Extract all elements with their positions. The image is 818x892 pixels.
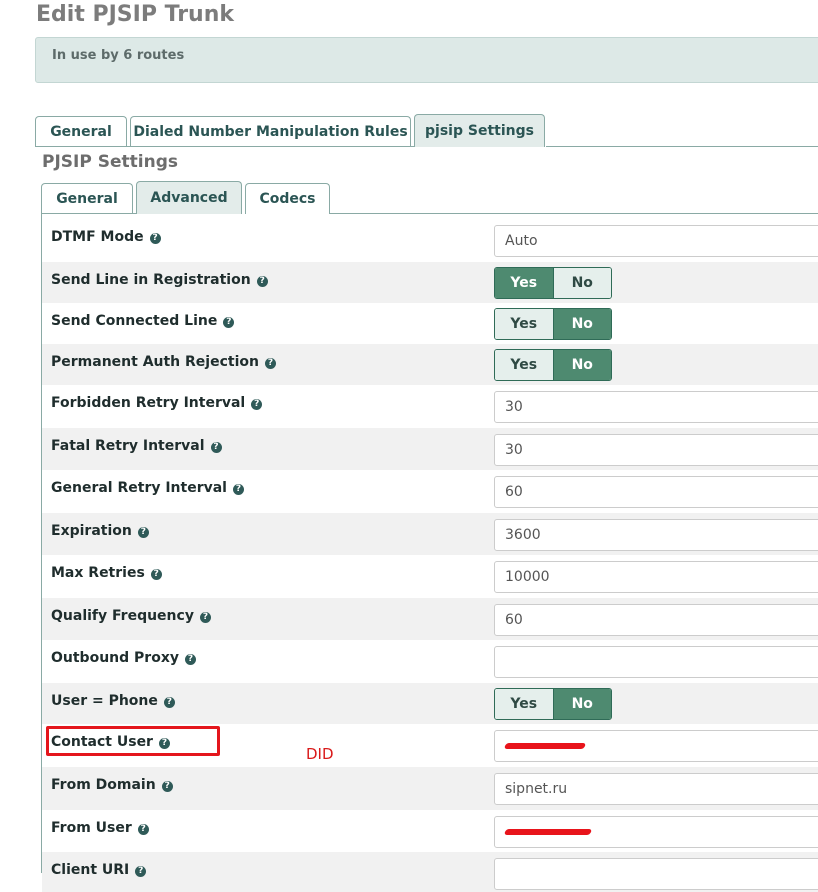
page-title: Edit PJSIP Trunk	[36, 2, 235, 27]
dtmf-mode-label: DTMF Mode?	[51, 229, 161, 245]
send-line-in-registration-no[interactable]: No	[552, 268, 611, 298]
qualify-frequency-input[interactable]: 60	[494, 604, 818, 636]
in-use-notice-text: In use by 6 routes	[52, 48, 185, 63]
tab-general[interactable]: General	[35, 116, 127, 147]
send-connected-line-toggle: Yes No	[494, 308, 612, 340]
annotation-highlight-box	[46, 726, 220, 756]
general-retry-interval-input[interactable]: 60	[494, 476, 818, 508]
tab-dialed-number-manipulation-rules-label: Dialed Number Manipulation Rules	[133, 124, 408, 140]
send-connected-line-no[interactable]: No	[552, 309, 611, 339]
outbound-proxy-input[interactable]	[494, 646, 818, 678]
max-retries-label: Max Retries?	[51, 565, 162, 581]
subtab-codecs-label: Codecs	[259, 191, 316, 207]
from-domain-input[interactable]: sipnet.ru	[494, 773, 818, 805]
row-fatal-retry-interval: Fatal Retry Interval? 30	[42, 428, 818, 470]
fatal-retry-interval-input[interactable]: 30	[494, 434, 818, 466]
user-equals-phone-no[interactable]: No	[552, 689, 611, 719]
tab-pjsip-settings-label: pjsip Settings	[425, 123, 534, 139]
client-uri-label: Client URI?	[51, 862, 147, 878]
forbidden-retry-interval-input[interactable]: 30	[494, 391, 818, 423]
send-connected-line-yes[interactable]: Yes	[495, 309, 553, 339]
row-client-uri: Client URI?	[42, 852, 818, 892]
sub-tabs-divider-right	[330, 213, 818, 214]
user-equals-phone-toggle: Yes No	[494, 688, 612, 720]
row-forbidden-retry-interval: Forbidden Retry Interval? 30	[42, 385, 818, 428]
help-icon[interactable]: ?	[150, 569, 162, 580]
expiration-label: Expiration?	[51, 523, 149, 539]
help-icon[interactable]: ?	[137, 527, 149, 538]
help-icon[interactable]: ?	[210, 442, 222, 453]
dtmf-mode-select[interactable]: Auto	[494, 225, 818, 257]
redaction-mark	[503, 743, 587, 749]
permanent-auth-rejection-label: Permanent Auth Rejection?	[51, 354, 276, 370]
row-max-retries: Max Retries? 10000	[42, 555, 818, 598]
redaction-mark	[503, 829, 593, 835]
help-icon[interactable]: ?	[251, 399, 263, 410]
help-icon[interactable]: ?	[137, 824, 149, 835]
forbidden-retry-interval-label: Forbidden Retry Interval?	[51, 395, 263, 411]
row-user-equals-phone: User = Phone? Yes No	[42, 683, 818, 724]
help-icon[interactable]: ?	[163, 697, 175, 708]
row-permanent-auth-rejection: Permanent Auth Rejection? Yes No	[42, 344, 818, 385]
send-connected-line-label: Send Connected Line?	[51, 313, 235, 329]
client-uri-input[interactable]	[494, 858, 818, 890]
permanent-auth-rejection-no[interactable]: No	[552, 350, 611, 380]
row-qualify-frequency: Qualify Frequency? 60	[42, 598, 818, 640]
from-domain-label: From Domain?	[51, 777, 173, 793]
in-use-notice: In use by 6 routes	[35, 37, 818, 83]
from-user-label: From User?	[51, 820, 149, 836]
row-from-user: From User?	[42, 810, 818, 852]
row-outbound-proxy: Outbound Proxy?	[42, 640, 818, 683]
contact-user-input[interactable]	[494, 730, 818, 762]
help-icon[interactable]: ?	[223, 317, 235, 328]
subtab-advanced[interactable]: Advanced	[136, 181, 242, 214]
expiration-input[interactable]: 3600	[494, 519, 818, 551]
main-tabs-divider-right	[546, 146, 818, 147]
permanent-auth-rejection-yes[interactable]: Yes	[495, 350, 553, 380]
send-line-in-registration-label: Send Line in Registration?	[51, 272, 268, 288]
help-icon[interactable]: ?	[256, 276, 268, 287]
section-title: PJSIP Settings	[42, 152, 178, 172]
subtab-codecs[interactable]: Codecs	[245, 183, 330, 214]
general-retry-interval-label: General Retry Interval?	[51, 480, 244, 496]
sub-tabs-divider	[41, 213, 137, 214]
from-user-input[interactable]	[494, 816, 818, 848]
outbound-proxy-label: Outbound Proxy?	[51, 650, 196, 666]
row-send-line-in-registration: Send Line in Registration? Yes No	[42, 262, 818, 303]
help-icon[interactable]: ?	[184, 654, 196, 665]
annotation-note: DID	[306, 745, 334, 763]
send-line-in-registration-yes[interactable]: Yes	[495, 268, 553, 298]
row-general-retry-interval: General Retry Interval? 60	[42, 470, 818, 513]
tab-general-label: General	[50, 124, 112, 140]
user-equals-phone-label: User = Phone?	[51, 693, 175, 709]
help-icon[interactable]: ?	[232, 484, 244, 495]
user-equals-phone-yes[interactable]: Yes	[495, 689, 553, 719]
fatal-retry-interval-label: Fatal Retry Interval?	[51, 438, 222, 454]
main-tabs-divider	[35, 146, 415, 147]
subtab-general-label: General	[56, 191, 118, 207]
subtab-advanced-label: Advanced	[150, 190, 228, 206]
tab-dialed-number-manipulation-rules[interactable]: Dialed Number Manipulation Rules	[130, 116, 411, 147]
subtab-general[interactable]: General	[41, 183, 133, 214]
main-tabs: General Dialed Number Manipulation Rules…	[35, 114, 548, 147]
permanent-auth-rejection-toggle: Yes No	[494, 349, 612, 381]
send-line-in-registration-toggle: Yes No	[494, 267, 612, 299]
help-icon[interactable]: ?	[264, 358, 276, 369]
help-icon[interactable]: ?	[161, 781, 173, 792]
help-icon[interactable]: ?	[199, 612, 211, 623]
help-icon[interactable]: ?	[149, 233, 161, 244]
sub-tabs: General Advanced Codecs	[41, 181, 333, 214]
row-dtmf-mode: DTMF Mode? Auto	[42, 219, 818, 262]
qualify-frequency-label: Qualify Frequency?	[51, 608, 211, 624]
max-retries-input[interactable]: 10000	[494, 561, 818, 593]
row-from-domain: From Domain? sipnet.ru	[42, 767, 818, 810]
row-expiration: Expiration? 3600	[42, 513, 818, 555]
tab-pjsip-settings[interactable]: pjsip Settings	[414, 114, 545, 147]
row-send-connected-line: Send Connected Line? Yes No	[42, 303, 818, 344]
